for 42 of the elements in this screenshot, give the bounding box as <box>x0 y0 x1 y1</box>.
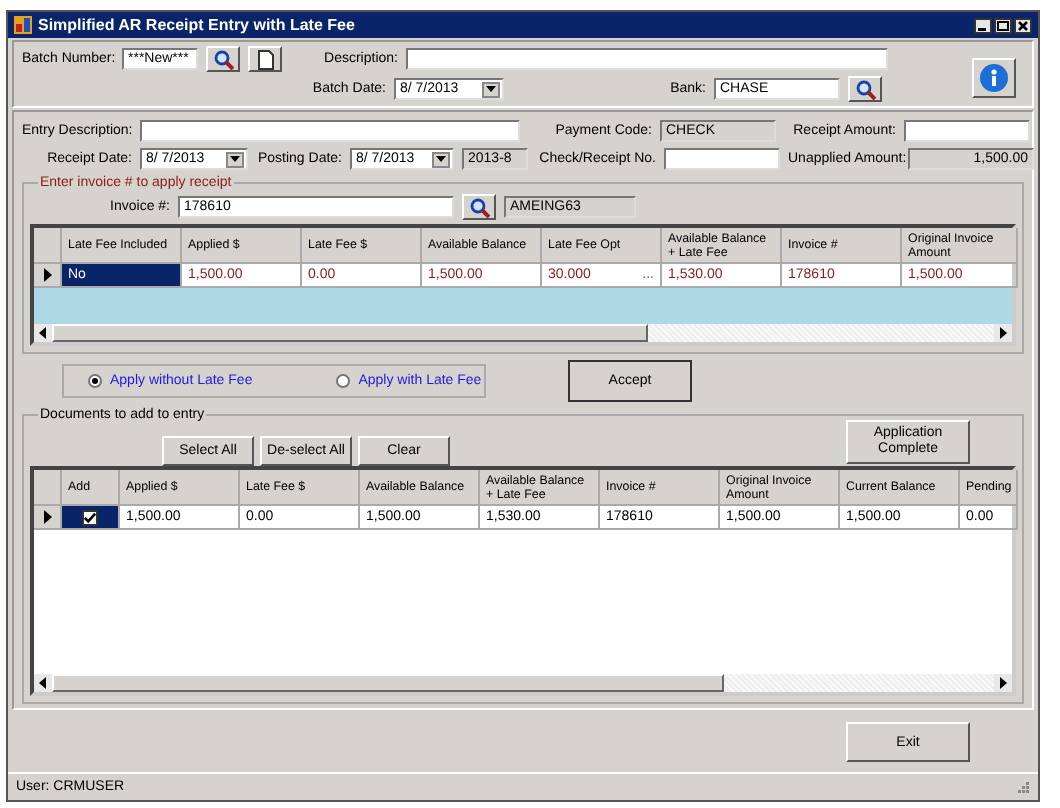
scroll-right-icon[interactable] <box>994 674 1012 692</box>
search-icon <box>212 48 234 70</box>
scroll-thumb[interactable] <box>52 674 724 692</box>
horizontal-scrollbar[interactable] <box>34 674 1012 692</box>
input-field[interactable] <box>406 48 888 70</box>
info-icon <box>980 64 1008 92</box>
resize-grip-icon[interactable] <box>1018 781 1030 793</box>
app-icon <box>14 16 32 34</box>
search-button[interactable] <box>848 76 882 102</box>
scroll-left-icon[interactable] <box>34 324 52 342</box>
search-icon <box>468 195 490 217</box>
horizontal-scrollbar[interactable] <box>34 324 1012 342</box>
minimize-icon[interactable] <box>974 17 992 33</box>
search-icon <box>854 78 876 100</box>
radio-button[interactable] <box>88 374 102 388</box>
grid-corner <box>34 470 62 506</box>
new-button[interactable] <box>248 46 282 72</box>
input-field[interactable] <box>664 148 780 170</box>
document-icon <box>257 49 273 69</box>
row-header[interactable] <box>34 264 62 288</box>
dropdown-arrow-icon <box>486 86 496 92</box>
scroll-left-icon[interactable] <box>34 674 52 692</box>
check-icon <box>84 511 96 523</box>
row-pointer-icon <box>43 510 51 524</box>
row-pointer-icon <box>43 268 51 282</box>
dropdown-arrow-icon <box>436 156 446 162</box>
row-header[interactable] <box>34 506 62 530</box>
radio-button[interactable] <box>336 374 351 388</box>
info-button[interactable] <box>972 58 1016 98</box>
input-field[interactable] <box>140 120 520 142</box>
grid-corner <box>34 228 62 264</box>
window-title: Simplified AR Receipt Entry with Late Fee <box>38 16 357 34</box>
checkbox[interactable] <box>82 509 98 525</box>
search-button[interactable] <box>462 193 496 219</box>
dropdown-arrow-icon <box>230 156 240 162</box>
search-button[interactable] <box>206 46 240 72</box>
maximize-icon[interactable] <box>994 17 1012 33</box>
input-field[interactable] <box>904 120 1030 142</box>
checkbox-cell[interactable] <box>62 506 120 530</box>
close-icon[interactable] <box>1014 17 1032 33</box>
scroll-right-icon[interactable] <box>994 324 1012 342</box>
scroll-thumb[interactable] <box>52 324 648 342</box>
